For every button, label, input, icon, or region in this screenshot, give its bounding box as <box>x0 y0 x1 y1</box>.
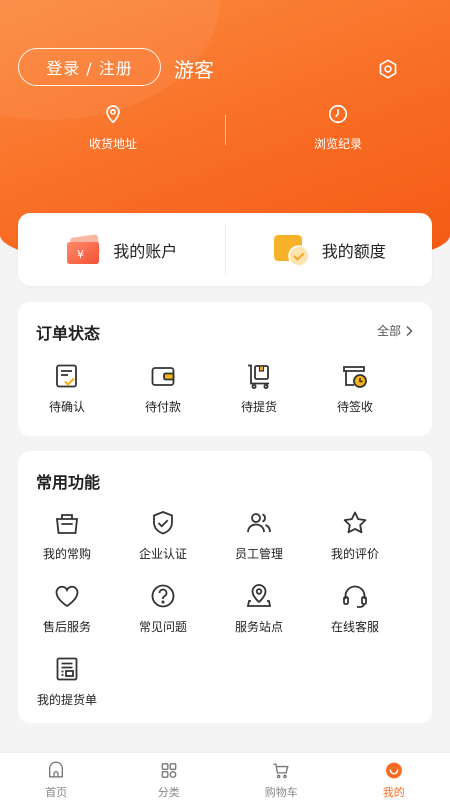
package-cart-icon <box>248 364 269 389</box>
service-stations[interactable]: 服务站点 <box>212 582 306 635</box>
my-credit-button[interactable]: 我的额度 <box>226 213 433 286</box>
wallet-icon <box>151 367 175 386</box>
order-status-title: 订单状态 <box>36 324 101 343</box>
headset-icon <box>343 585 367 608</box>
location-icon <box>106 105 120 124</box>
my-reviews[interactable]: 我的评价 <box>308 509 402 562</box>
common-functions-title: 常用功能 <box>36 473 101 492</box>
users-icon <box>247 513 271 533</box>
heart-icon <box>55 585 79 608</box>
order-status-label: 待确认 <box>48 400 85 414</box>
confirm-document-icon <box>56 364 77 388</box>
function-label: 服务站点 <box>234 620 283 634</box>
map-pin-icon <box>246 584 272 607</box>
online-customer-service[interactable]: 在线客服 <box>308 582 402 635</box>
browse-history-label: 浏览纪录 <box>313 137 362 151</box>
function-label: 我的常购 <box>42 547 91 561</box>
header-divider <box>225 115 226 145</box>
my-account-label: 我的账户 <box>113 241 178 261</box>
order-pending-confirm[interactable]: 待确认 <box>20 362 114 415</box>
view-all-label: 全部 <box>376 324 401 338</box>
order-status-card: 订单状态 全部 待确认 待付款 待提货 待签收 <box>18 302 432 436</box>
grid-icon <box>161 763 177 778</box>
my-pickup-orders[interactable]: 我的提货单 <box>20 655 114 708</box>
function-label: 我的评价 <box>330 547 379 561</box>
shipping-address-label: 收货地址 <box>88 137 137 151</box>
star-icon <box>343 511 367 534</box>
settings-icon[interactable] <box>377 58 399 80</box>
employee-management[interactable]: 员工管理 <box>212 509 306 562</box>
my-frequent-purchases[interactable]: 我的常购 <box>20 509 114 562</box>
view-all-orders-link[interactable]: 全部 <box>377 322 414 339</box>
smile-face-icon <box>385 762 402 779</box>
credit-icon <box>273 234 310 267</box>
home-icon <box>49 761 64 778</box>
chevron-right-icon <box>406 325 413 336</box>
login-register-button[interactable]: 登录 / 注册 <box>18 48 161 86</box>
function-label: 企业认证 <box>138 547 187 561</box>
tab-category[interactable]: 分类 <box>113 753 226 800</box>
tab-cart[interactable]: 购物车 <box>225 753 338 800</box>
my-account-button[interactable]: ¥ 我的账户 <box>18 213 225 286</box>
delivery-clock-icon <box>343 366 367 388</box>
after-sales-service[interactable]: 售后服务 <box>20 582 114 635</box>
my-credit-label: 我的额度 <box>321 241 386 261</box>
tab-label: 首页 <box>45 786 68 799</box>
svg-text:¥: ¥ <box>77 248 84 261</box>
order-pending-receipt[interactable]: 待签收 <box>308 362 402 415</box>
wallet-card-icon: ¥ <box>67 234 101 264</box>
clock-icon <box>328 104 348 124</box>
function-label: 在线客服 <box>330 620 379 634</box>
tab-label: 分类 <box>157 786 180 799</box>
shipping-address-link[interactable]: 收货地址 <box>53 103 173 152</box>
tab-label: 购物车 <box>264 786 298 799</box>
enterprise-certification[interactable]: 企业认证 <box>116 509 210 562</box>
order-status-label: 待提货 <box>240 400 277 414</box>
basket-icon <box>55 514 79 534</box>
browse-history-link[interactable]: 浏览纪录 <box>278 103 398 152</box>
function-label: 员工管理 <box>234 547 283 561</box>
function-label: 售后服务 <box>42 620 91 634</box>
bottom-tab-bar: 首页 分类 购物车 我的 <box>0 752 450 800</box>
document-list-icon <box>56 657 78 681</box>
tab-home[interactable]: 首页 <box>0 753 113 800</box>
order-status-label: 待签收 <box>336 400 373 414</box>
tab-mine[interactable]: 我的 <box>338 753 450 800</box>
question-circle-icon <box>151 584 175 608</box>
order-status-label: 待付款 <box>144 400 181 414</box>
order-pending-payment[interactable]: 待付款 <box>116 362 210 415</box>
function-label: 常见问题 <box>138 620 187 634</box>
shopping-cart-icon <box>273 763 289 779</box>
shield-check-icon <box>153 511 173 535</box>
order-pending-pickup[interactable]: 待提货 <box>212 362 306 415</box>
faq[interactable]: 常见问题 <box>116 582 210 635</box>
function-label: 我的提货单 <box>36 693 97 707</box>
username-label: 游客 <box>174 58 214 82</box>
tab-label: 我的 <box>382 786 405 799</box>
account-card: ¥ 我的账户 我的额度 <box>18 213 432 286</box>
common-functions-card: 常用功能 我的常购 企业认证 员工管理 我的评价 售后服务 常见问题 服务站点 … <box>18 451 432 723</box>
